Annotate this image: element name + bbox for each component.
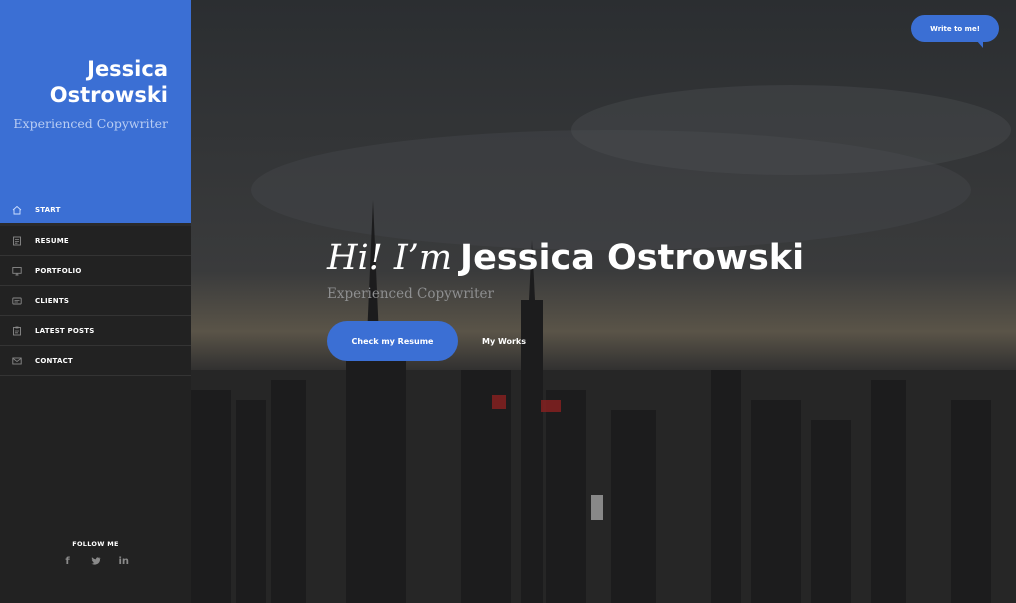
- resume-icon: [12, 236, 22, 246]
- sidebar-item-latest-posts[interactable]: LATEST POSTS: [0, 316, 191, 346]
- sidebar-nav: START RESUME PORTFOLIO CLIENTS LATEST PO…: [0, 197, 191, 376]
- my-works-button[interactable]: My Works: [476, 321, 532, 361]
- brand-block: Jessica Ostrowski Experienced Copywriter: [0, 0, 191, 197]
- sidebar-item-label: PORTFOLIO: [35, 266, 82, 275]
- sidebar: Jessica Ostrowski Experienced Copywriter…: [0, 0, 191, 603]
- hero-subtitle: Experienced Copywriter: [327, 286, 494, 302]
- hero-greeting: Hi! I’m: [327, 238, 453, 278]
- sidebar-item-label: RESUME: [35, 236, 69, 245]
- envelope-icon: [12, 356, 22, 366]
- sidebar-item-label: LATEST POSTS: [35, 326, 95, 335]
- sidebar-item-resume[interactable]: RESUME: [0, 226, 191, 256]
- hero-section: Write to me! Hi! I’m Jessica Ostrowski Ex…: [191, 0, 1016, 603]
- twitter-icon[interactable]: [90, 556, 101, 569]
- brand-subtitle: Experienced Copywriter: [13, 116, 168, 131]
- sidebar-item-label: CONTACT: [35, 356, 73, 365]
- hero-name: Jessica Ostrowski: [460, 238, 805, 278]
- write-to-me-button[interactable]: Write to me!: [911, 15, 999, 48]
- sidebar-item-start[interactable]: START: [0, 197, 191, 226]
- follow-section: FOLLOW ME f in: [0, 540, 191, 569]
- home-icon: [12, 205, 22, 215]
- sidebar-item-portfolio[interactable]: PORTFOLIO: [0, 256, 191, 286]
- follow-title: FOLLOW ME: [72, 540, 119, 548]
- brand-name-line2: Ostrowski: [49, 83, 168, 107]
- sidebar-item-label: CLIENTS: [35, 296, 70, 305]
- check-resume-button[interactable]: Check my Resume: [327, 321, 458, 361]
- monitor-icon: [12, 266, 22, 276]
- clients-icon: [12, 296, 22, 306]
- city-skyline-background: [191, 0, 1016, 603]
- sidebar-item-clients[interactable]: CLIENTS: [0, 286, 191, 316]
- sidebar-item-contact[interactable]: CONTACT: [0, 346, 191, 376]
- social-links: f in: [0, 556, 191, 569]
- sidebar-item-label: START: [35, 206, 61, 214]
- posts-icon: [12, 326, 22, 336]
- brand-name-line1: Jessica: [87, 57, 168, 81]
- linkedin-icon[interactable]: in: [119, 556, 130, 569]
- facebook-icon[interactable]: f: [63, 556, 73, 569]
- hero-title: Hi! I’m Jessica Ostrowski: [327, 238, 804, 278]
